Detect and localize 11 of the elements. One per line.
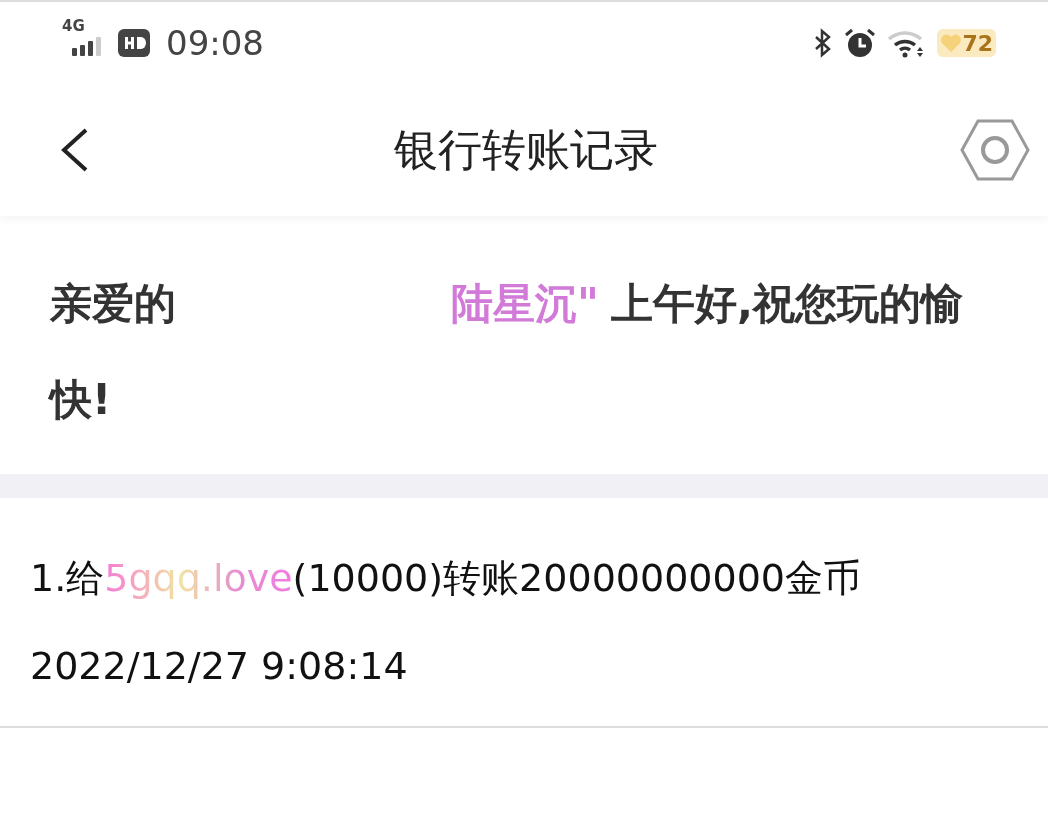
alarm-icon bbox=[843, 27, 878, 59]
clock-time: 09:08 bbox=[166, 23, 264, 63]
hd-icon bbox=[118, 29, 150, 57]
network-label: 4G bbox=[62, 17, 85, 35]
greeting-text: 亲爱的 陆星沉" 上午好,祝您玩的愉快! bbox=[50, 278, 964, 426]
record-text: (10000)转账20000000000金币 bbox=[292, 556, 862, 600]
record-text: 1.给 bbox=[30, 556, 105, 600]
settings-icon[interactable] bbox=[960, 118, 1030, 182]
record-time: 2022/12/27 9:08:14 bbox=[30, 644, 408, 688]
battery-icon: 72 bbox=[937, 29, 996, 57]
page-title: 银行转账记录 bbox=[394, 122, 658, 177]
